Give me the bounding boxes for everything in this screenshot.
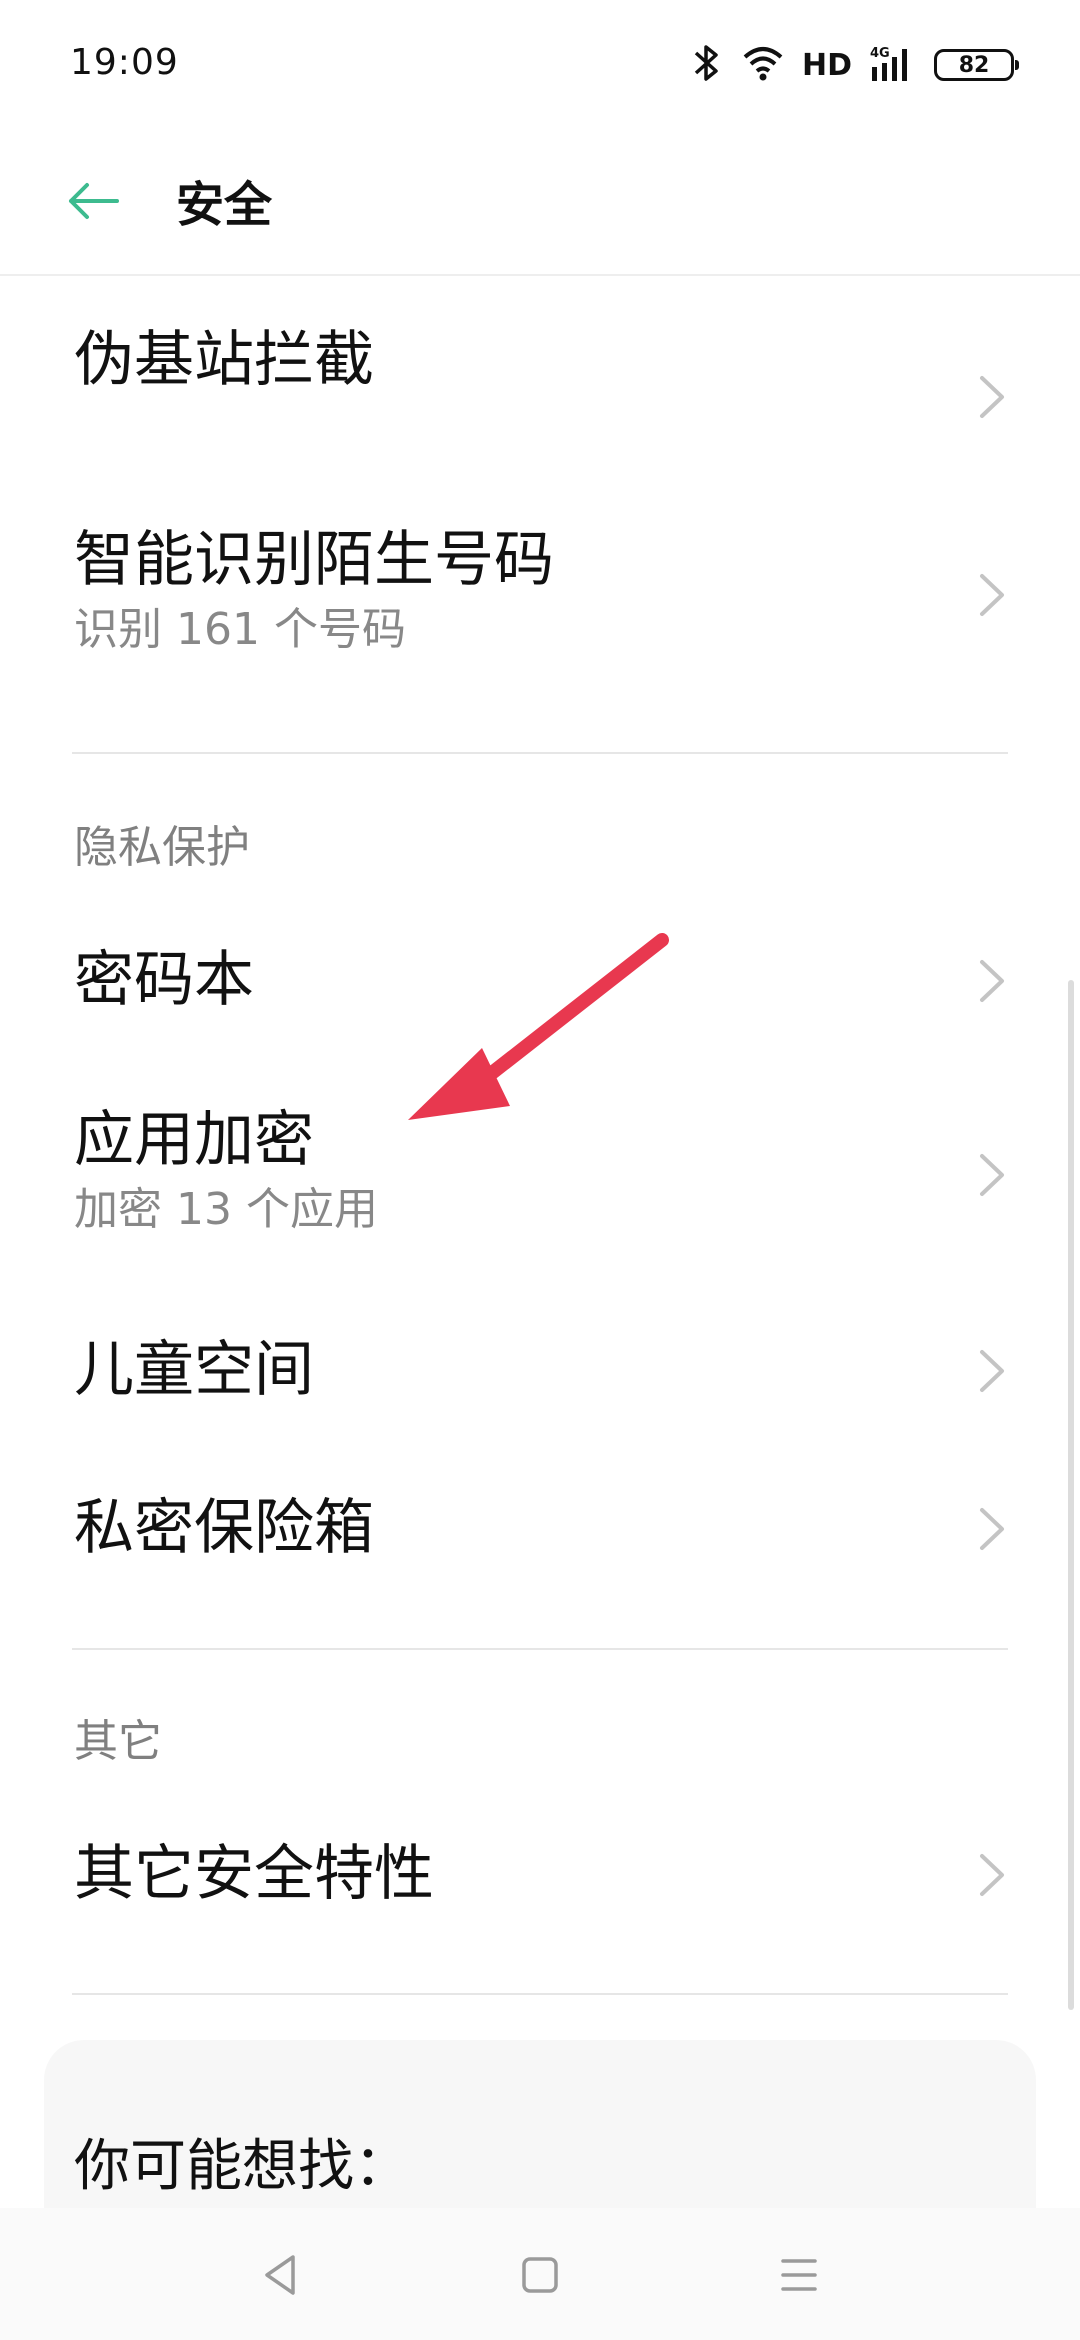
section-header-privacy: 隐私保护 — [74, 822, 250, 873]
divider — [72, 1648, 1008, 1650]
fake-base-station-title: 伪基站拦截 — [74, 325, 374, 395]
scrollbar[interactable] — [1068, 980, 1074, 2010]
status-bar: 19:09 HD 4G 82 — [0, 0, 1080, 130]
chevron-right-icon — [980, 1154, 1004, 1196]
chevron-right-icon — [980, 960, 1004, 1002]
other-features-title: 其它安全特性 — [74, 1839, 434, 1909]
bluetooth-icon — [690, 43, 724, 87]
chevron-right-icon — [980, 376, 1004, 418]
private-safe-title: 私密保险箱 — [74, 1493, 374, 1563]
identify-numbers-item[interactable]: 智能识别陌生号码 识别 161 个号码 — [0, 520, 1080, 680]
cellular-signal-icon: 4G — [870, 43, 916, 87]
square-home-icon — [516, 2251, 564, 2303]
menu-lines-icon — [775, 2251, 823, 2303]
chevron-right-icon — [980, 574, 1004, 616]
status-time: 19:09 — [70, 42, 179, 83]
kids-space-title: 儿童空间 — [74, 1335, 314, 1405]
nav-back-button[interactable] — [236, 2232, 326, 2322]
system-nav-bar — [0, 2208, 1080, 2340]
identify-numbers-subtitle: 识别 161 个号码 — [74, 604, 406, 655]
divider — [72, 1993, 1008, 1995]
nav-menu-button[interactable] — [754, 2232, 844, 2322]
hd-label: HD — [801, 47, 852, 83]
app-header: 安全 — [0, 130, 1080, 276]
svg-text:4G: 4G — [870, 46, 890, 61]
private-safe-item[interactable]: 私密保险箱 — [0, 1488, 1080, 1618]
chevron-right-icon — [980, 1854, 1004, 1896]
identify-numbers-title: 智能识别陌生号码 — [74, 525, 554, 595]
triangle-back-icon — [257, 2251, 305, 2303]
arrow-left-icon — [65, 181, 121, 225]
wifi-icon — [742, 45, 784, 85]
suggestions-title: 你可能想找： — [74, 2134, 410, 2199]
chevron-right-icon — [980, 1508, 1004, 1550]
chevron-right-icon — [980, 1350, 1004, 1392]
page-title: 安全 — [176, 177, 273, 233]
status-icons: HD 4G 82 — [690, 42, 1019, 88]
battery-indicator: 82 — [934, 49, 1019, 81]
divider — [72, 752, 1008, 754]
other-features-item[interactable]: 其它安全特性 — [0, 1834, 1080, 1964]
nav-home-button[interactable] — [495, 2232, 585, 2322]
security-settings-screen: 19:09 HD 4G 82 安全 伪基站拦截 智能识别陌生号码 识别 161 … — [0, 0, 1080, 2340]
section-header-other: 其它 — [74, 1716, 162, 1767]
annotation-arrow-icon — [408, 933, 669, 1120]
back-button[interactable] — [58, 168, 128, 238]
fake-base-station-item[interactable]: 伪基站拦截 — [0, 320, 1080, 480]
kids-space-item[interactable]: 儿童空间 — [0, 1330, 1080, 1460]
app-lock-subtitle: 加密 13 个应用 — [74, 1184, 378, 1235]
